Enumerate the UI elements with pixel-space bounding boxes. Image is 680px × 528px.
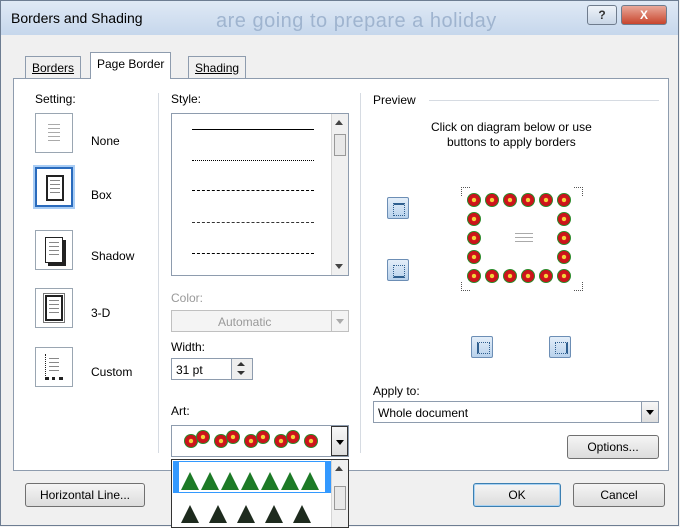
top-border-button[interactable] bbox=[387, 197, 409, 219]
style-listbox[interactable] bbox=[171, 113, 349, 276]
tab-shading[interactable]: Shading bbox=[188, 56, 247, 78]
setting-none-label[interactable]: None bbox=[91, 134, 120, 148]
width-value: 31 pt bbox=[176, 363, 203, 377]
apply-to-dropdown-button[interactable] bbox=[641, 402, 658, 422]
style-label: Style: bbox=[171, 92, 202, 106]
column-divider bbox=[158, 93, 159, 453]
setting-label: Setting: bbox=[35, 92, 76, 106]
page-icon bbox=[45, 120, 63, 146]
background-document-text: are going to prepare a holiday bbox=[216, 10, 497, 32]
spin-down-icon[interactable] bbox=[237, 371, 245, 375]
setting-3d-icon[interactable] bbox=[35, 288, 73, 328]
chevron-down-icon bbox=[646, 410, 654, 415]
page-icon bbox=[43, 293, 65, 323]
setting-shadow-icon[interactable] bbox=[35, 230, 73, 270]
close-button[interactable]: X bbox=[621, 5, 667, 25]
setting-custom-label[interactable]: Custom bbox=[91, 365, 132, 379]
tab-borders[interactable]: Borders bbox=[25, 56, 82, 78]
horizontal-line-button[interactable]: Horizontal Line... bbox=[25, 483, 145, 507]
tab-page-border[interactable]: Page Border bbox=[90, 52, 172, 79]
left-border-button[interactable] bbox=[471, 336, 493, 358]
art-dropdown-list[interactable] bbox=[171, 459, 349, 528]
bottom-border-icon bbox=[393, 265, 405, 278]
width-label: Width: bbox=[171, 340, 206, 354]
scroll-thumb[interactable] bbox=[334, 486, 346, 510]
color-label: Color: bbox=[171, 291, 204, 305]
art-dropdown[interactable] bbox=[171, 425, 349, 457]
chevron-down-icon bbox=[336, 319, 344, 324]
width-stepper[interactable]: 31 pt bbox=[171, 358, 253, 380]
line-style-solid[interactable] bbox=[192, 129, 314, 130]
preview-instructions-1: Click on diagram below or use bbox=[431, 120, 592, 134]
preview-label: Preview bbox=[373, 93, 416, 107]
preview-divider bbox=[429, 100, 659, 101]
page-icon bbox=[45, 237, 63, 263]
line-style-dashed[interactable] bbox=[192, 222, 314, 223]
preview-diagram[interactable] bbox=[461, 187, 583, 291]
right-border-icon bbox=[555, 342, 568, 354]
options-button[interactable]: Options... bbox=[567, 435, 659, 459]
bottom-border-button[interactable] bbox=[387, 259, 409, 281]
setting-custom-icon[interactable] bbox=[35, 347, 73, 387]
column-divider bbox=[360, 93, 361, 453]
title-bar: Borders and Shading are going to prepare… bbox=[1, 1, 678, 35]
setting-box-icon[interactable] bbox=[35, 167, 73, 207]
left-border-icon bbox=[477, 342, 490, 354]
cancel-button[interactable]: Cancel bbox=[573, 483, 665, 507]
art-list-scrollbar[interactable] bbox=[331, 460, 348, 527]
scroll-thumb[interactable] bbox=[334, 134, 346, 156]
setting-box-label[interactable]: Box bbox=[91, 188, 112, 202]
line-style-dash-dot[interactable] bbox=[192, 253, 314, 254]
color-value: Automatic bbox=[218, 315, 272, 329]
style-scrollbar[interactable] bbox=[331, 114, 348, 275]
scroll-up-icon[interactable] bbox=[335, 466, 343, 471]
line-style-fine-dashed[interactable] bbox=[192, 190, 314, 191]
scroll-up-icon[interactable] bbox=[335, 120, 343, 125]
page-icon bbox=[45, 354, 63, 380]
page-icon bbox=[46, 175, 64, 201]
art-list-item-dark-trees[interactable] bbox=[179, 495, 325, 525]
preview-instructions-2: buttons to apply borders bbox=[447, 135, 576, 149]
scroll-down-icon[interactable] bbox=[335, 264, 343, 269]
color-dropdown[interactable]: Automatic bbox=[171, 310, 349, 332]
tab-label: Shading bbox=[195, 61, 240, 75]
apply-to-dropdown[interactable]: Whole document bbox=[373, 401, 659, 423]
art-list-item-green-trees[interactable] bbox=[173, 461, 331, 493]
setting-none-icon[interactable] bbox=[35, 113, 73, 153]
poinsettia-art-preview bbox=[176, 427, 326, 455]
width-spin-buttons[interactable] bbox=[231, 359, 252, 379]
help-button[interactable]: ? bbox=[587, 5, 617, 25]
art-dropdown-button[interactable] bbox=[331, 426, 348, 456]
tab-label: Page Border bbox=[97, 57, 165, 71]
line-style-dotted[interactable] bbox=[192, 160, 314, 161]
setting-3d-label[interactable]: 3-D bbox=[91, 306, 110, 320]
color-dropdown-button[interactable] bbox=[331, 311, 348, 331]
apply-to-value: Whole document bbox=[378, 406, 469, 420]
tab-label: Borders bbox=[32, 61, 75, 75]
art-label: Art: bbox=[171, 404, 190, 418]
borders-and-shading-dialog: Borders and Shading are going to prepare… bbox=[0, 0, 679, 528]
poinsettia-border-art bbox=[467, 193, 577, 285]
top-border-icon bbox=[393, 203, 405, 216]
green-trees-art-icon bbox=[179, 462, 325, 492]
ok-button[interactable]: OK bbox=[473, 483, 561, 507]
spin-up-icon[interactable] bbox=[237, 362, 245, 366]
right-border-button[interactable] bbox=[549, 336, 571, 358]
chevron-down-icon bbox=[336, 440, 344, 445]
setting-shadow-label[interactable]: Shadow bbox=[91, 249, 134, 263]
dialog-title: Borders and Shading bbox=[11, 10, 143, 26]
apply-to-label: Apply to: bbox=[373, 384, 420, 398]
